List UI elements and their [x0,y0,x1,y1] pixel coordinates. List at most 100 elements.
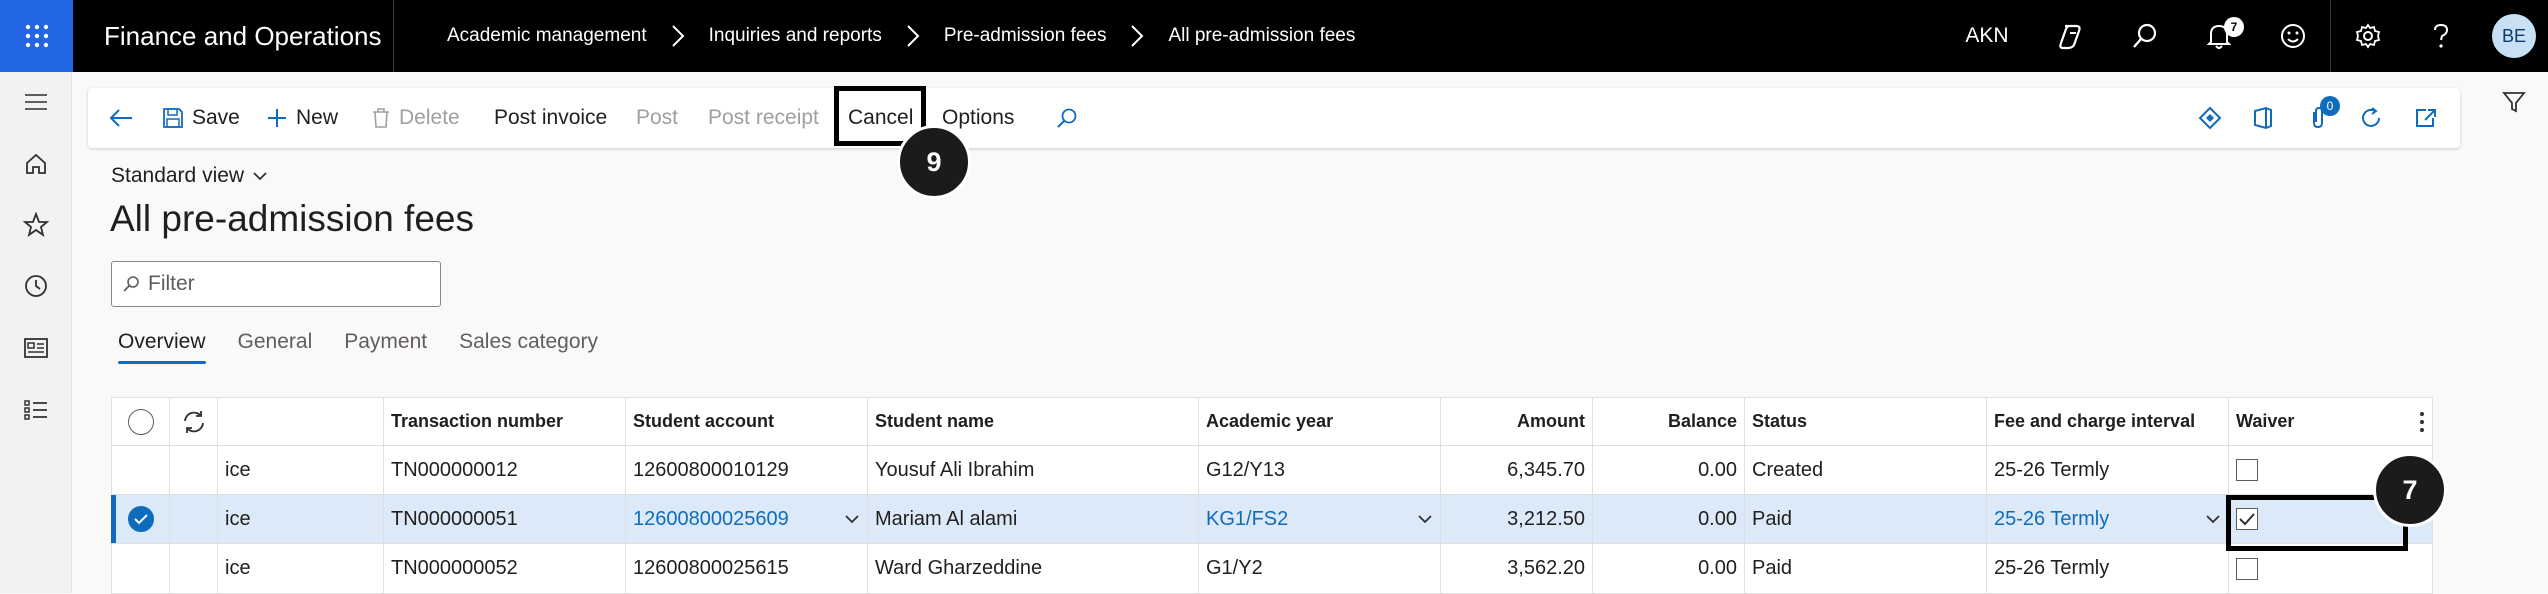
academic-year-header[interactable]: Academic year [1199,398,1441,445]
filter-field[interactable] [111,261,441,307]
copilot-button[interactable] [2034,0,2108,72]
office-button[interactable] [2252,88,2274,148]
student-account-link[interactable]: 12600800025609 [633,508,789,531]
filter-pane-button[interactable] [2480,72,2548,132]
tab-payment[interactable]: Payment [344,330,427,364]
balance-cell[interactable]: 0.00 [1593,446,1745,494]
academic-year-link[interactable]: KG1/FS2 [1206,508,1288,531]
status-cell[interactable]: Created [1745,446,1987,494]
fee-interval-cell[interactable]: 25-26 Termly [1987,544,2229,593]
row-select-cell[interactable] [112,495,170,543]
open-new-window-button[interactable] [2414,88,2438,148]
fee-interval-cell[interactable]: 25-26 Termly [1987,495,2229,543]
academic-year-cell[interactable]: KG1/FS2 [1199,495,1441,543]
transaction-number-header[interactable]: Transaction number [384,398,626,445]
waiver-cell[interactable] [2229,544,2432,593]
post-receipt-button[interactable]: Post receipt [708,88,819,148]
student-name-cell[interactable]: Mariam Al alami [868,495,1199,543]
status-cell[interactable]: Paid [1745,495,1987,543]
type-cell[interactable]: ice [218,544,384,593]
amount-cell[interactable]: 3,212.50 [1441,495,1593,543]
status-header[interactable]: Status [1745,398,1987,445]
breadcrumb-item[interactable]: All pre-admission fees [1168,25,1355,47]
academic-year-cell[interactable]: G12/Y13 [1199,446,1441,494]
amount-cell[interactable]: 6,345.70 [1441,446,1593,494]
refresh-grid-cell[interactable] [170,398,218,445]
chevron-down-icon[interactable] [2205,514,2221,524]
nav-expand-button[interactable] [0,80,72,124]
view-selector[interactable]: Standard view [111,164,268,188]
app-title[interactable]: Finance and Operations [104,0,382,72]
settings-button[interactable] [2330,0,2404,72]
table-row[interactable]: ice TN000000012 12600800010129 Yousuf Al… [112,446,2432,495]
balance-cell[interactable]: 0.00 [1593,495,1745,543]
waiver-checkbox[interactable] [2236,557,2258,580]
save-button[interactable]: Save [162,88,240,148]
waiver-header[interactable]: Waiver [2229,398,2432,445]
row-select-cell[interactable] [112,446,170,494]
attachments-button[interactable]: 0 [2308,88,2340,148]
fee-interval-header[interactable]: Fee and charge interval [1987,398,2229,445]
back-button[interactable] [108,88,134,148]
filter-input[interactable] [148,272,428,296]
user-avatar[interactable]: BE [2492,14,2536,58]
student-account-cell[interactable]: 12600800025615 [626,544,868,593]
action-search-button[interactable] [1056,88,1078,148]
breadcrumb-item[interactable]: Academic management [447,25,647,47]
select-all-radio[interactable] [127,408,154,435]
search-button[interactable] [2108,0,2182,72]
post-invoice-button[interactable]: Post invoice [494,88,607,148]
help-button[interactable] [2404,0,2478,72]
nav-favorites-button[interactable] [0,203,72,247]
table-row-selected[interactable]: ice TN000000051 12600800025609 Mariam Al… [111,495,2432,544]
type-column-header[interactable] [218,398,384,445]
fee-interval-cell[interactable]: 25-26 Termly [1987,446,2229,494]
transaction-number-cell[interactable]: TN000000052 [384,544,626,593]
transaction-number-cell[interactable]: TN000000051 [384,495,626,543]
tab-general[interactable]: General [238,330,313,364]
student-name-cell[interactable]: Ward Gharzeddine [868,544,1199,593]
type-cell[interactable]: ice [218,495,384,543]
student-name-header[interactable]: Student name [868,398,1199,445]
more-vertical-icon[interactable] [2419,411,2425,433]
tab-sales-category[interactable]: Sales category [459,330,598,364]
amount-header[interactable]: Amount [1441,398,1593,445]
table-row[interactable]: ice TN000000052 12600800025615 Ward Ghar… [112,544,2432,593]
refresh-button[interactable] [2358,88,2384,148]
student-name-cell[interactable]: Yousuf Ali Ibrahim [868,446,1199,494]
breadcrumb-item[interactable]: Pre-admission fees [944,25,1107,47]
nav-home-button[interactable] [0,142,72,186]
delete-button[interactable]: Delete [371,88,460,148]
refresh-icon [2362,107,2380,127]
app-launcher-button[interactable] [0,0,73,72]
tab-overview[interactable]: Overview [118,330,206,364]
notifications-button[interactable]: 7 [2182,0,2256,72]
student-account-header[interactable]: Student account [626,398,868,445]
balance-cell[interactable]: 0.00 [1593,544,1745,593]
fee-interval-link[interactable]: 25-26 Termly [1994,508,2109,531]
academic-year-cell[interactable]: G1/Y2 [1199,544,1441,593]
waiver-checkbox[interactable] [2236,459,2258,481]
nav-modules-button[interactable] [0,388,72,432]
power-apps-button[interactable] [2198,88,2222,148]
student-account-cell[interactable]: 12600800010129 [626,446,868,494]
nav-workspaces-button[interactable] [0,326,72,370]
row-select-cell[interactable] [112,544,170,593]
type-cell[interactable]: ice [218,446,384,494]
new-button[interactable]: New [266,88,338,148]
balance-header[interactable]: Balance [1593,398,1745,445]
hamburger-icon [25,94,47,110]
chevron-down-icon[interactable] [1417,514,1433,524]
company-picker[interactable]: AKN [1940,24,2034,48]
status-cell[interactable]: Paid [1745,544,1987,593]
row-selected-radio[interactable] [127,506,154,532]
amount-cell[interactable]: 3,562.20 [1441,544,1593,593]
feedback-button[interactable] [2256,0,2330,72]
select-all-cell[interactable] [112,398,170,445]
breadcrumb-item[interactable]: Inquiries and reports [709,25,882,47]
transaction-number-cell[interactable]: TN000000012 [384,446,626,494]
chevron-down-icon[interactable] [844,514,860,524]
nav-recent-button[interactable] [0,264,72,308]
student-account-cell[interactable]: 12600800025609 [626,495,868,543]
post-button[interactable]: Post [636,88,678,148]
